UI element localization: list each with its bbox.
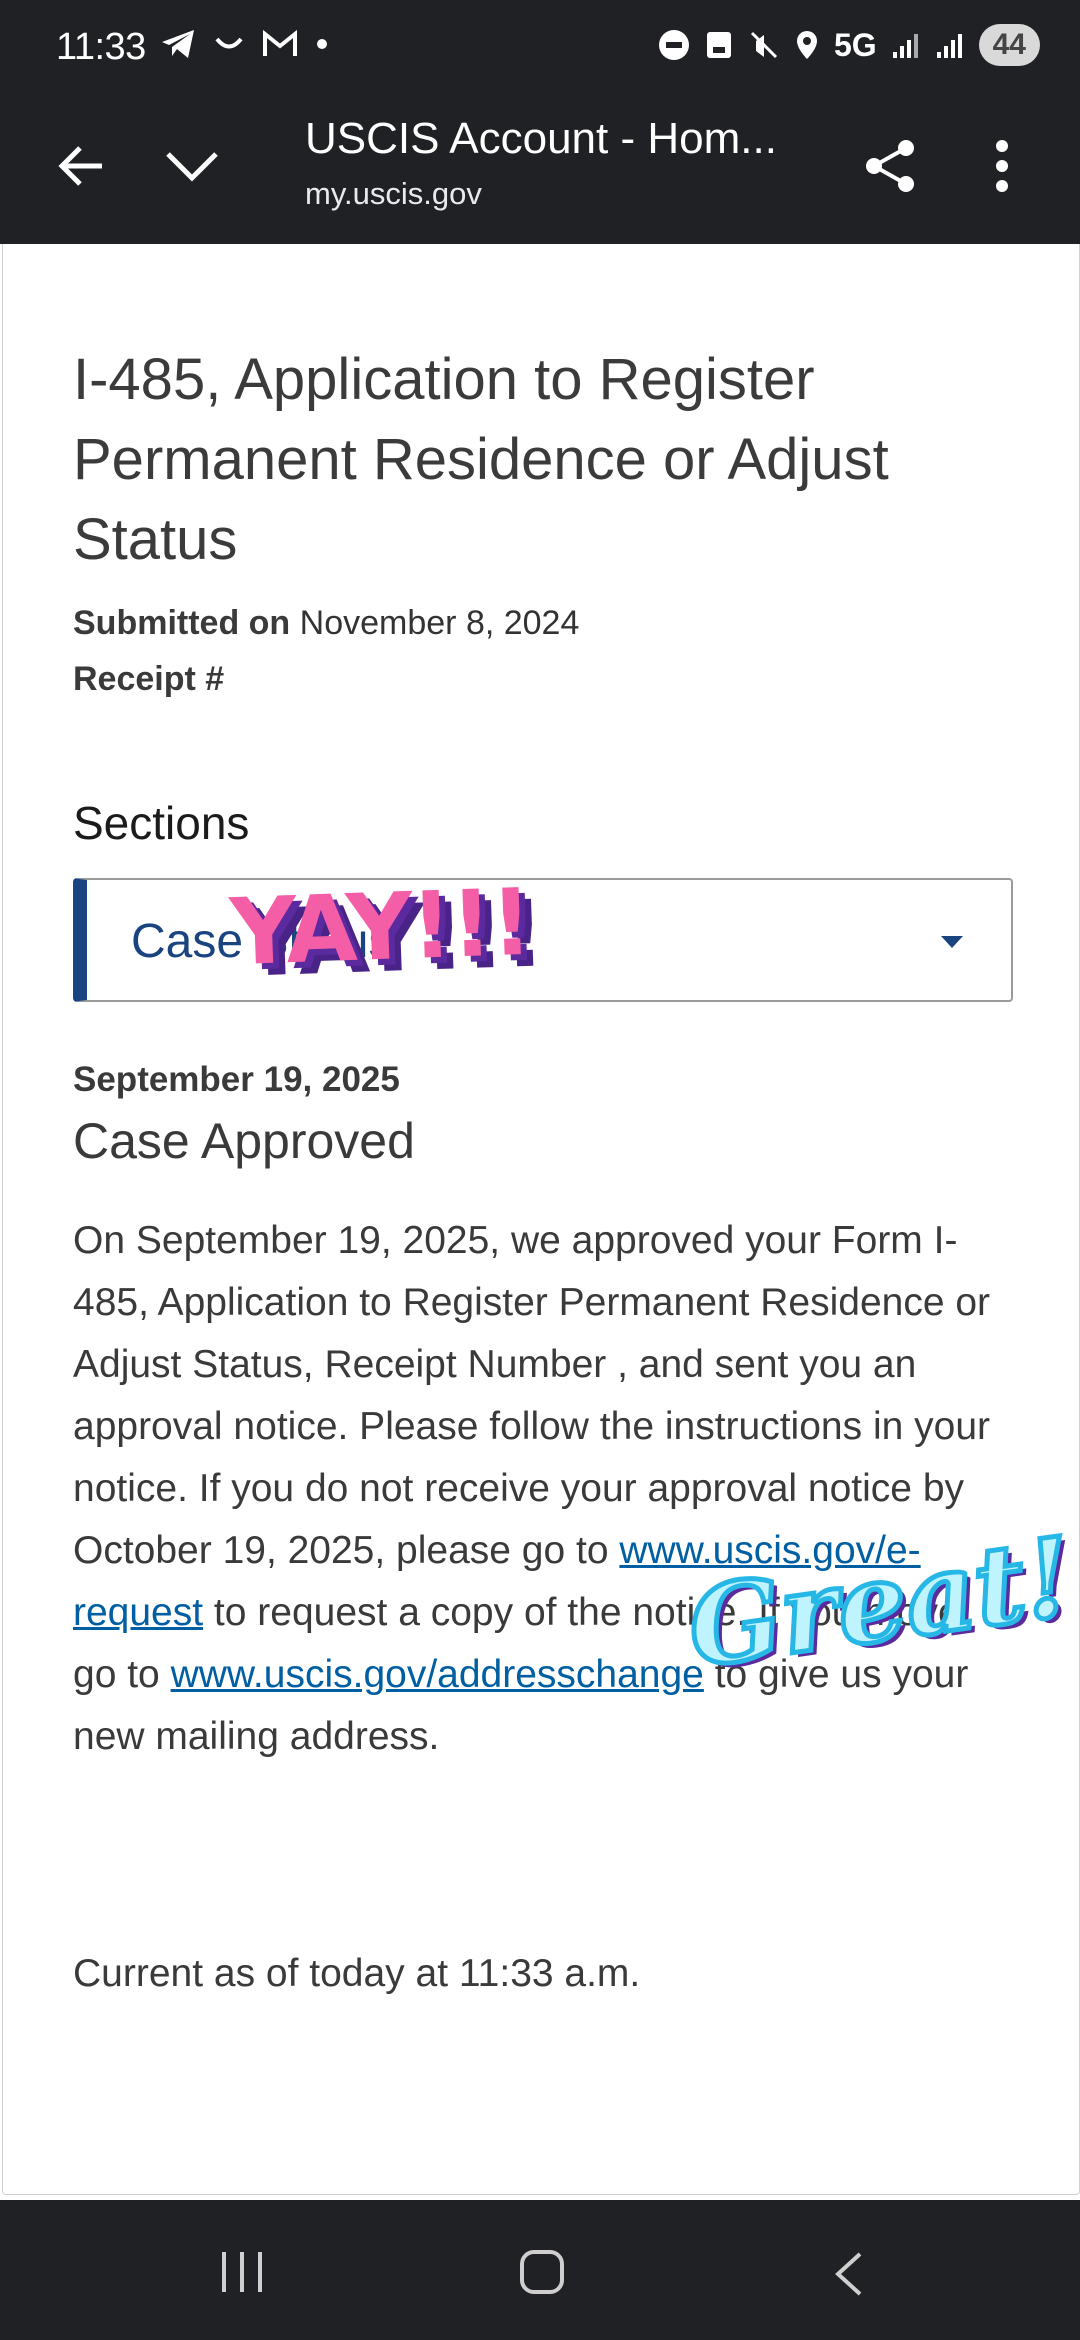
signal-r-icon: [936, 34, 962, 58]
gmail-icon: [263, 29, 297, 56]
status-bar: 11:33 5G 44: [0, 0, 1080, 100]
submitted-date: November 8, 2024: [299, 604, 580, 642]
receipt-label: Receipt #: [73, 660, 225, 698]
mute-icon: [750, 31, 777, 59]
submitted-label: Submitted on: [73, 604, 291, 642]
signal-icon: [892, 34, 918, 58]
status-time: 11:33: [56, 26, 146, 68]
web-page: I-485, Application to Register Permanent…: [0, 244, 1080, 2200]
status-description: On September 19, 2025, we approved your …: [73, 1210, 1023, 1768]
yay-sticker: YAY!!!: [228, 868, 533, 987]
back-arrow-icon[interactable]: [54, 140, 106, 192]
chevron-down-icon[interactable]: [164, 148, 220, 182]
more-options-icon[interactable]: [990, 138, 1014, 194]
caret-down-icon: [941, 936, 963, 948]
address-change-link[interactable]: www.uscis.gov/addresschange: [171, 1653, 704, 1696]
battery-indicator: 44: [978, 24, 1040, 66]
browser-toolbar: USCIS Account - Hom... my.uscis.gov: [0, 100, 1080, 244]
network-type: 5G: [833, 26, 877, 63]
sections-label: Sections: [73, 797, 250, 849]
home-icon[interactable]: [518, 2248, 566, 2296]
location-icon: [796, 31, 817, 59]
page-title[interactable]: USCIS Account - Hom...: [305, 114, 777, 164]
smile-icon: [215, 37, 243, 49]
system-icons: 5G 44: [658, 24, 1040, 66]
back-nav-icon[interactable]: [830, 2250, 866, 2298]
telegram-icon: [162, 30, 194, 58]
sections-dropdown[interactable]: Case Status: [73, 878, 1013, 1002]
current-as-of: Current as of today at 11:33 a.m.: [73, 1952, 641, 1995]
form-title: I-485, Application to Register Permanent…: [73, 347, 889, 572]
vpn-icon: [706, 32, 731, 58]
page-url[interactable]: my.uscis.gov: [305, 176, 482, 212]
status-date: September 19, 2025: [73, 1060, 400, 1099]
share-icon[interactable]: [860, 136, 920, 196]
recent-apps-icon[interactable]: [218, 2250, 268, 2294]
case-card: I-485, Application to Register Permanent…: [2, 244, 1080, 2195]
submitted-line: Submitted on November 8, 2024: [73, 604, 579, 643]
receipt-line: Receipt #: [73, 660, 224, 699]
notification-icons: [160, 28, 328, 60]
dnd-icon: [658, 30, 689, 60]
system-nav-bar: [0, 2200, 1080, 2340]
status-title: Case Approved: [73, 1113, 415, 1169]
dot-icon: [317, 39, 327, 49]
